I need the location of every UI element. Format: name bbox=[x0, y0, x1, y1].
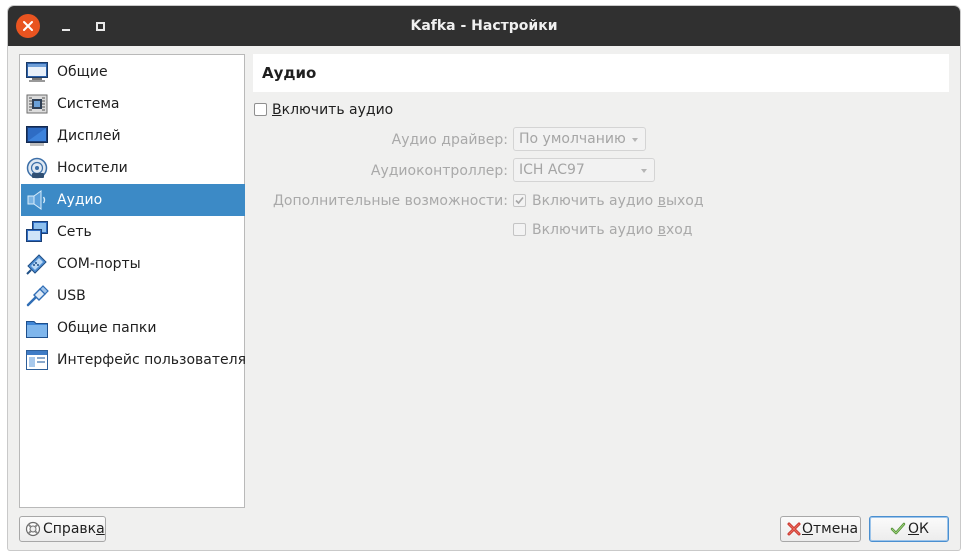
sidebar-item-network[interactable]: Сеть bbox=[21, 216, 245, 248]
sidebar-item-label: Общие bbox=[57, 64, 108, 80]
enable-audio-output-checkbox[interactable] bbox=[513, 194, 526, 207]
audio-controller-value: ICH AC97 bbox=[519, 162, 585, 178]
sidebar-item-label: Общие папки bbox=[57, 320, 157, 336]
audio-controller-select[interactable]: ICH AC97 bbox=[513, 158, 655, 182]
page-title: Аудио bbox=[262, 64, 317, 82]
sidebar-item-user-interface[interactable]: Интерфейс пользователя bbox=[21, 344, 247, 376]
help-button-label: Справка bbox=[43, 521, 105, 537]
audio-driver-label: Аудио драйвер: bbox=[391, 132, 508, 148]
window-title: Kafka - Настройки bbox=[410, 18, 558, 34]
sidebar-item-usb[interactable]: USB bbox=[21, 280, 245, 312]
enable-audio-input-checkbox[interactable] bbox=[513, 223, 526, 236]
sidebar-item-label: Сеть bbox=[57, 224, 92, 240]
page-header: Аудио bbox=[253, 54, 949, 92]
cancel-x-icon bbox=[787, 522, 801, 536]
checkmark-icon bbox=[515, 196, 524, 205]
sidebar-item-system[interactable]: Система bbox=[21, 88, 245, 120]
enable-audio-checkbox[interactable] bbox=[254, 103, 267, 116]
usb-icon bbox=[26, 285, 49, 307]
system-chip-icon bbox=[26, 94, 48, 114]
display-monitor-icon bbox=[26, 126, 48, 146]
audio-speaker-icon bbox=[27, 190, 46, 210]
serial-port-icon bbox=[26, 254, 47, 275]
settings-window: Kafka - Настройки Общие Система Дисплей … bbox=[8, 6, 960, 550]
sidebar-item-label: Интерфейс пользователя bbox=[57, 352, 247, 368]
general-monitor-icon bbox=[26, 62, 48, 82]
sidebar-item-shared-folders[interactable]: Общие папки bbox=[21, 312, 245, 344]
cancel-button-label: Отмена bbox=[802, 521, 859, 537]
sidebar-item-label: Аудио bbox=[57, 192, 103, 208]
sidebar-item-label: USB bbox=[57, 288, 86, 304]
ok-check-icon bbox=[890, 522, 906, 535]
user-interface-icon bbox=[26, 350, 48, 370]
shared-folder-icon bbox=[26, 321, 48, 338]
audio-driver-select[interactable]: По умолчанию bbox=[513, 127, 646, 151]
audio-driver-value: По умолчанию bbox=[519, 131, 626, 147]
sidebar-item-com-ports[interactable]: COM-порты bbox=[21, 248, 245, 280]
sidebar-item-label: Дисплей bbox=[57, 128, 121, 144]
chevron-down-icon bbox=[641, 169, 647, 173]
sidebar-item-display[interactable]: Дисплей bbox=[21, 120, 245, 152]
sidebar-item-storage[interactable]: Носители bbox=[21, 152, 245, 184]
extended-features-label: Дополнительные возможности: bbox=[272, 193, 508, 209]
settings-category-list: Общие Система Дисплей Носители Аудио Сет… bbox=[19, 54, 247, 508]
help-button[interactable]: Справка bbox=[19, 516, 106, 542]
sidebar-item-label: Носители bbox=[57, 160, 128, 176]
enable-audio-label[interactable]: Включить аудио bbox=[272, 100, 393, 120]
sidebar-item-audio[interactable]: Аудио bbox=[21, 184, 245, 216]
title-bar: Kafka - Настройки bbox=[8, 6, 960, 46]
sidebar-item-general[interactable]: Общие bbox=[21, 56, 245, 88]
audio-controller-label: Аудиоконтроллер: bbox=[370, 163, 508, 179]
ok-button[interactable]: ОК bbox=[869, 516, 949, 542]
sidebar-item-label: COM-порты bbox=[57, 256, 141, 272]
help-lifebuoy-icon bbox=[25, 521, 41, 537]
ok-button-label: ОК bbox=[908, 521, 929, 537]
sidebar-item-label: Система bbox=[57, 96, 120, 112]
cancel-button[interactable]: Отмена bbox=[780, 516, 861, 542]
storage-disc-icon bbox=[26, 157, 48, 179]
enable-audio-output-label[interactable]: Включить аудио выход bbox=[532, 191, 704, 211]
chevron-down-icon bbox=[632, 138, 638, 142]
network-icon bbox=[26, 221, 48, 242]
enable-audio-input-label[interactable]: Включить аудио вход bbox=[532, 220, 692, 240]
